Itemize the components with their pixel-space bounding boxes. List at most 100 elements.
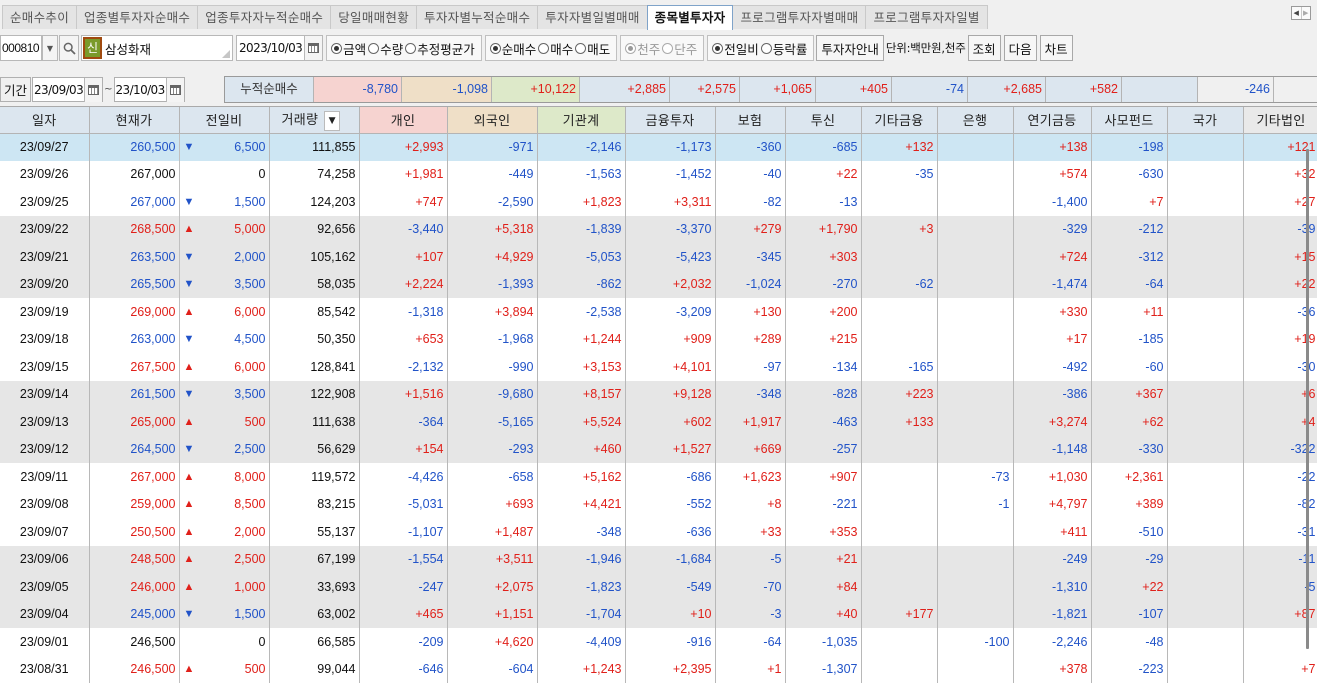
column-header-1[interactable]: 일자 (0, 107, 90, 134)
column-header-11[interactable]: 기타금융 (861, 107, 938, 134)
period-start-field[interactable]: 23/09/03 (32, 77, 104, 102)
table-row[interactable]: 23/09/27 260,500 ▼ 6,500 111,855 +2,993 -971 -2… (0, 133, 1317, 161)
table-row[interactable]: 23/09/26 267,000 0 74,258 +1,981 -449 -1,563 -1… (0, 160, 1317, 188)
tab-1[interactable]: 순매수추이 (2, 5, 78, 29)
table-row[interactable]: 23/09/01 246,500 0 66,585 -209 +4,620 -4,409 -9… (0, 628, 1317, 656)
change-type-radio-1[interactable]: 전일비 (712, 39, 759, 58)
radio-indicator (625, 42, 637, 54)
table-row[interactable]: 23/09/22 268,500 ▲ 5,000 92,656 -3,440 +5,318-… (0, 215, 1317, 243)
investor-value-cell (1167, 628, 1244, 656)
scroll-left-icon[interactable]: ◀ (1292, 7, 1301, 19)
table-row[interactable]: 23/09/07 250,500 ▲ 2,000 55,137 -1,107 +1,487-… (0, 518, 1317, 546)
table-row[interactable]: 23/09/06 248,500 ▲ 2,500 67,199 -1,554 +3,511-… (0, 545, 1317, 573)
column-header-label: 일자 (31, 114, 57, 130)
tab-6[interactable]: 투자자별일별매매 (537, 5, 648, 29)
value-type-radio-1[interactable]: 금액 (331, 39, 366, 58)
summary-value-8: -74 (892, 77, 968, 102)
column-header-12[interactable]: 은행 (937, 107, 1014, 134)
column-header-4[interactable]: 거래량 ▼ (269, 107, 360, 134)
investor-value-cell: -107 (1091, 600, 1168, 628)
column-header-2[interactable]: 현재가 (89, 107, 180, 134)
table-row[interactable]: 23/09/20 265,500 ▼ 3,500 58,035 +2,224 -1,393-… (0, 270, 1317, 298)
column-header-6[interactable]: 외국인 (447, 107, 538, 134)
stock-code-input[interactable]: 000810 (0, 35, 42, 61)
radio-label: 매수 (550, 41, 574, 57)
investor-value-cell: +215 (785, 325, 862, 353)
tab-5[interactable]: 투자자별누적순매수 (416, 5, 539, 29)
scroll-right-icon[interactable]: ▶ (1300, 7, 1311, 19)
column-header-label: 기관계 (562, 114, 600, 130)
tab-4[interactable]: 당일매매현황 (330, 5, 418, 29)
date-field[interactable]: 2023/10/03 (236, 35, 324, 61)
column-header-label: 사모펀드 (1104, 114, 1154, 130)
column-header-3[interactable]: 전일비 (179, 107, 270, 134)
column-header-9[interactable]: 보험 (715, 107, 786, 134)
end-calendar-button[interactable] (165, 77, 184, 102)
tab-9[interactable]: 프로그램투자자일별 (865, 5, 988, 29)
investor-value-cell: +107 (359, 243, 448, 271)
column-header-13[interactable]: 연기금등 (1013, 107, 1092, 134)
column-header-7[interactable]: 기관계 (537, 107, 626, 134)
code-dropdown-button[interactable]: ▼ (42, 35, 58, 61)
radio-indicator (368, 42, 380, 54)
column-header-label: 은행 (962, 114, 988, 130)
table-row[interactable]: 23/09/04 245,000 ▼ 1,500 63,002 +465 +1,151 -1,… (0, 600, 1317, 628)
tab-3[interactable]: 업종투자자누적순매수 (197, 5, 332, 29)
value-type-radio-3[interactable]: 추정평균가 (405, 39, 475, 58)
chart-button[interactable]: 차트 (1039, 35, 1073, 61)
investor-value-cell: -223 (1091, 655, 1168, 683)
start-calendar-button[interactable] (84, 77, 103, 102)
table-row[interactable]: 23/08/31 246,500 ▲ 500 99,044 -646 -604 +1,243 +… (0, 655, 1317, 683)
investor-value-cell (1167, 298, 1244, 326)
table-row[interactable]: 23/09/19 269,000 ▲ 6,000 85,542 -1,318 +3,894-… (0, 298, 1317, 326)
investor-value-cell: +389 (1091, 490, 1168, 518)
investor-value-cell: -1,823 (537, 573, 626, 601)
table-row[interactable]: 23/09/11 267,000 ▲ 8,000 119,572 -4,426 -658 +5… (0, 463, 1317, 491)
column-header-8[interactable]: 금융투자 (625, 107, 716, 134)
tab-8[interactable]: 프로그램투자자별매매 (732, 5, 867, 29)
table-row[interactable]: 23/09/14 261,500 ▼ 3,500 122,908 +1,516 -9,680… (0, 380, 1317, 408)
investor-value-cell: -1,821 (1013, 600, 1092, 628)
trade-type-radio-3[interactable]: 매도 (575, 39, 610, 58)
column-header-10[interactable]: 투신 (785, 107, 862, 134)
investor-value-cell: +3,274 (1013, 408, 1092, 436)
search-button[interactable] (59, 35, 79, 61)
investor-value-cell: -70 (715, 573, 786, 601)
calendar-button[interactable] (304, 36, 323, 60)
table-row[interactable]: 23/09/05 246,000 ▲ 1,000 33,693 -247 +2,075 -1,… (0, 573, 1317, 601)
table-row[interactable]: 23/09/12 264,500 ▼ 2,500 56,629 +154 -293 +460 +… (0, 435, 1317, 463)
volume-cell: 111,855 (269, 133, 360, 161)
next-button[interactable]: 다음 (1003, 35, 1037, 61)
investor-value-cell: -249 (1013, 545, 1092, 573)
investor-value-cell: +330 (1013, 298, 1092, 326)
tab-7[interactable]: 종목별투자자 (646, 5, 734, 30)
date-cell: 23/08/31 (0, 655, 90, 683)
trade-type-radio-2[interactable]: 매수 (538, 39, 573, 58)
table-row[interactable]: 23/09/13 265,000 ▲ 500 111,638 -364 -5,165 +5,5… (0, 408, 1317, 436)
price-cell: 267,000 (89, 160, 180, 188)
date-cell: 23/09/05 (0, 573, 90, 601)
tab-2[interactable]: 업종별투자자순매수 (76, 5, 199, 29)
table-row[interactable]: 23/09/21 263,500 ▼ 2,000 105,162 +107 +4,929 -5… (0, 243, 1317, 271)
table-row[interactable]: 23/09/08 259,000 ▲ 8,500 83,215 -5,031 +693 +4,… (0, 490, 1317, 518)
table-row[interactable]: 23/09/15 267,500 ▲ 6,000 128,841 -2,132 -990 +3… (0, 353, 1317, 381)
trade-type-radio-1[interactable]: 순매수 (489, 39, 536, 58)
column-header-15[interactable]: 국가 (1167, 107, 1244, 134)
investor-value-cell: -686 (625, 463, 716, 491)
investor-value-cell (1167, 463, 1244, 491)
change-type-radio-2[interactable]: 등락률 (760, 39, 807, 58)
query-button[interactable]: 조회 (967, 35, 1001, 61)
investor-guide-button[interactable]: 투자자안내 (816, 35, 884, 61)
column-header-14[interactable]: 사모펀드 (1091, 107, 1168, 134)
stock-name-field[interactable]: 신 삼성화재 (81, 35, 233, 61)
volume-sort-dropdown[interactable]: ▼ (324, 110, 341, 131)
period-end-field[interactable]: 23/10/03 (113, 77, 185, 102)
investor-value-cell: +132 (861, 133, 938, 161)
column-header-5[interactable]: 개인 (359, 107, 448, 134)
column-header-16[interactable]: 기타법인 (1243, 107, 1317, 134)
vertical-scrollbar[interactable] (1306, 149, 1309, 649)
value-type-radio-2[interactable]: 수량 (368, 39, 403, 58)
table-row[interactable]: 23/09/18 263,000 ▼ 4,500 50,350 +653 -1,968 +1,… (0, 325, 1317, 353)
investor-value-cell (937, 435, 1014, 463)
table-row[interactable]: 23/09/25 267,000 ▼ 1,500 124,203 +747 -2,590 +1… (0, 188, 1317, 216)
